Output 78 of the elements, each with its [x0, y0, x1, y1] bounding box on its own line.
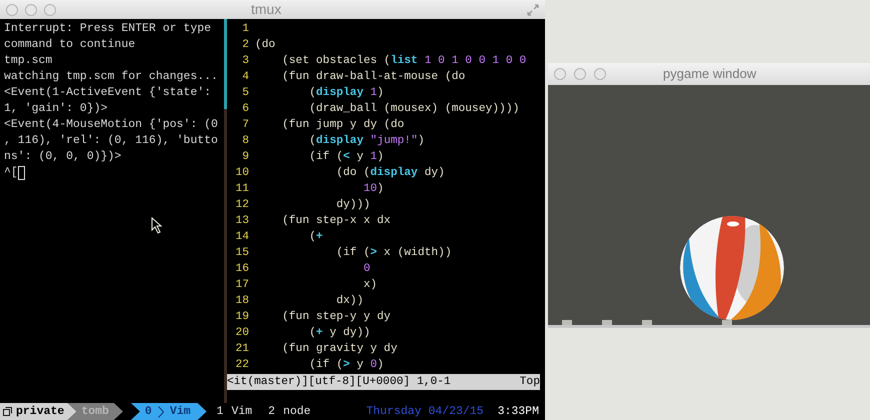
- terminal-line: watching tmp.scm for changes...: [4, 69, 219, 85]
- terminal-line: <Event(1-ActiveEvent {'state':: [4, 85, 212, 101]
- minimize-button[interactable]: [574, 68, 586, 80]
- line-number: 19: [234, 310, 249, 325]
- zoom-button[interactable]: [594, 68, 606, 80]
- code-line: (+: [308, 230, 323, 245]
- terminal-line: <Event(4-MouseMotion {'pos': (0: [4, 117, 219, 133]
- code-line: 10): [362, 182, 384, 197]
- chevron-icon: [158, 406, 164, 418]
- terminal-line: 1, 'gain': 0})>: [4, 101, 109, 117]
- date-text: Thursday 04/23/15: [366, 404, 484, 420]
- window-title: tmux: [251, 0, 282, 19]
- code-line: (draw_ball (mousex) (mousey)))): [308, 102, 520, 117]
- code-line: (fun step-y y dy: [281, 310, 391, 325]
- obstacle-block: [642, 320, 652, 325]
- line-number: 21: [234, 342, 249, 357]
- obstacle-block: [722, 320, 732, 325]
- line-number: 10: [234, 166, 249, 181]
- text-cursor: [18, 166, 25, 180]
- line-number: 1: [241, 22, 249, 37]
- code-line: (fun jump y dy (do: [281, 118, 404, 133]
- line-number: 8: [241, 134, 249, 149]
- zoom-button[interactable]: [44, 4, 56, 16]
- line-number: 13: [234, 214, 249, 229]
- line-number: 16: [234, 262, 249, 277]
- line-number: 18: [234, 294, 249, 309]
- line-number: 3: [241, 54, 249, 69]
- line-number: 14: [234, 230, 249, 245]
- line-number: 20: [234, 326, 249, 341]
- minimize-button[interactable]: [25, 4, 37, 16]
- line-number: 7: [241, 118, 249, 133]
- terminal-line: ns': (0, 0, 0)})>: [4, 149, 122, 165]
- window-title: pygame window: [663, 65, 756, 84]
- terminal-line: Interrupt: Press ENTER or type: [4, 21, 212, 37]
- status-position: Top: [520, 375, 540, 390]
- window-tab[interactable]: 2 node: [262, 403, 317, 420]
- code-line: (if (> x (width)): [335, 246, 452, 261]
- mouse-pointer-icon: [151, 217, 163, 234]
- close-button[interactable]: [554, 68, 566, 80]
- clock-text: 3:33PM: [498, 404, 539, 420]
- code-line: dx)): [335, 294, 364, 309]
- line-number: 6: [241, 102, 249, 117]
- line-number: 5: [241, 86, 249, 101]
- line-number: 4: [241, 70, 249, 85]
- code-line: (fun step-x x dx: [281, 214, 391, 229]
- code-line: (display 1): [308, 86, 384, 101]
- window-tab[interactable]: 1 Vim: [210, 403, 258, 420]
- code-line: (if (< y 1): [308, 150, 384, 165]
- line-number: 17: [234, 278, 249, 293]
- code-line: (set obstacles (list 1 0 1 0 0 1 0 0: [281, 54, 526, 69]
- line-number: 15: [234, 246, 249, 261]
- code-line: 0: [362, 262, 370, 277]
- terminal-line: command to continue: [4, 37, 136, 53]
- line-number: 2: [241, 38, 249, 53]
- code-line: dy))): [335, 198, 370, 213]
- obstacle-block: [602, 320, 612, 325]
- terminal-line: , 116), 'rel': (0, 116), 'butto: [4, 133, 219, 149]
- terminal-line: tmp.scm: [4, 53, 54, 69]
- close-button[interactable]: [6, 4, 18, 16]
- prompt-text: ^[: [4, 165, 18, 181]
- line-number: 9: [241, 150, 249, 165]
- code-line: (if (> y 0): [308, 358, 384, 373]
- fullscreen-icon[interactable]: [527, 4, 539, 16]
- line-number: 12: [234, 198, 249, 213]
- code-line: (+ y dy)): [308, 326, 370, 341]
- code-line: (fun draw-ball-at-mouse (do: [281, 70, 466, 85]
- code-line: (fun gravity y dy: [281, 342, 398, 357]
- code-line: x): [362, 278, 378, 293]
- line-number: 22: [234, 358, 249, 373]
- square-icon: [3, 407, 12, 416]
- obstacle-block: [562, 320, 572, 325]
- status-text: <it(master)][utf-8][U+0000] 1,0-1: [227, 374, 451, 390]
- window-tab[interactable]: 0 Vim: [130, 403, 207, 420]
- code-line: (do: [255, 38, 276, 53]
- code-line: (display "jump!"): [308, 134, 424, 149]
- line-number: 11: [234, 182, 249, 197]
- session-label: private: [0, 403, 76, 420]
- code-line: (do (display dy): [335, 166, 445, 181]
